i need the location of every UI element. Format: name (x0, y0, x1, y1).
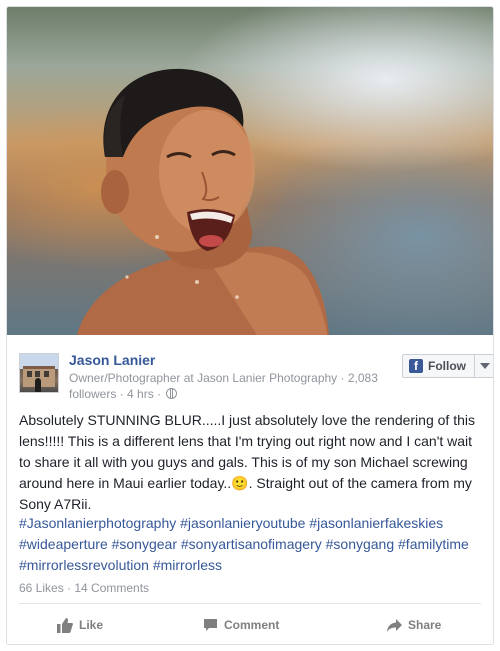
follow-button[interactable]: f Follow (403, 355, 474, 377)
reaction-stats[interactable]: 66 Likes · 14 Comments (19, 581, 149, 595)
author-avatar[interactable] (19, 353, 59, 393)
follow-dropdown-button[interactable] (474, 355, 493, 377)
share-arrow-icon (387, 618, 402, 632)
author-name[interactable]: Jason Lanier (69, 352, 155, 368)
comment-label: Comment (224, 618, 280, 632)
facebook-icon: f (409, 359, 423, 373)
post-header: Jason Lanier Owner/Photographer at Jason… (19, 348, 493, 401)
thumbs-up-icon (57, 617, 73, 633)
post-body: Absolutely STUNNING BLUR.....I just abso… (19, 412, 475, 512)
follow-label: Follow (428, 359, 466, 373)
post-photo[interactable] (7, 7, 493, 335)
post-card: Jason Lanier Owner/Photographer at Jason… (6, 6, 494, 645)
boy-laughing-illustration (77, 68, 329, 335)
speech-bubble-icon (204, 619, 217, 631)
follow-button-group: f Follow (402, 354, 493, 378)
share-button[interactable]: Share (387, 612, 441, 638)
post-hashtags[interactable]: #Jasonlanierphotography #jasonlanieryout… (19, 513, 483, 576)
divider (19, 603, 481, 604)
post-actions: Like Comment Share (7, 612, 493, 638)
chevron-down-icon (480, 363, 490, 369)
like-label: Like (79, 618, 104, 632)
share-label: Share (408, 618, 442, 632)
like-button[interactable]: Like (57, 612, 103, 638)
post-meta-text: Owner/Photographer at Jason Lanier Photo… (69, 371, 378, 401)
globe-icon (166, 388, 178, 399)
comment-button[interactable]: Comment (203, 612, 279, 638)
post-meta: Owner/Photographer at Jason Lanier Photo… (69, 370, 387, 402)
